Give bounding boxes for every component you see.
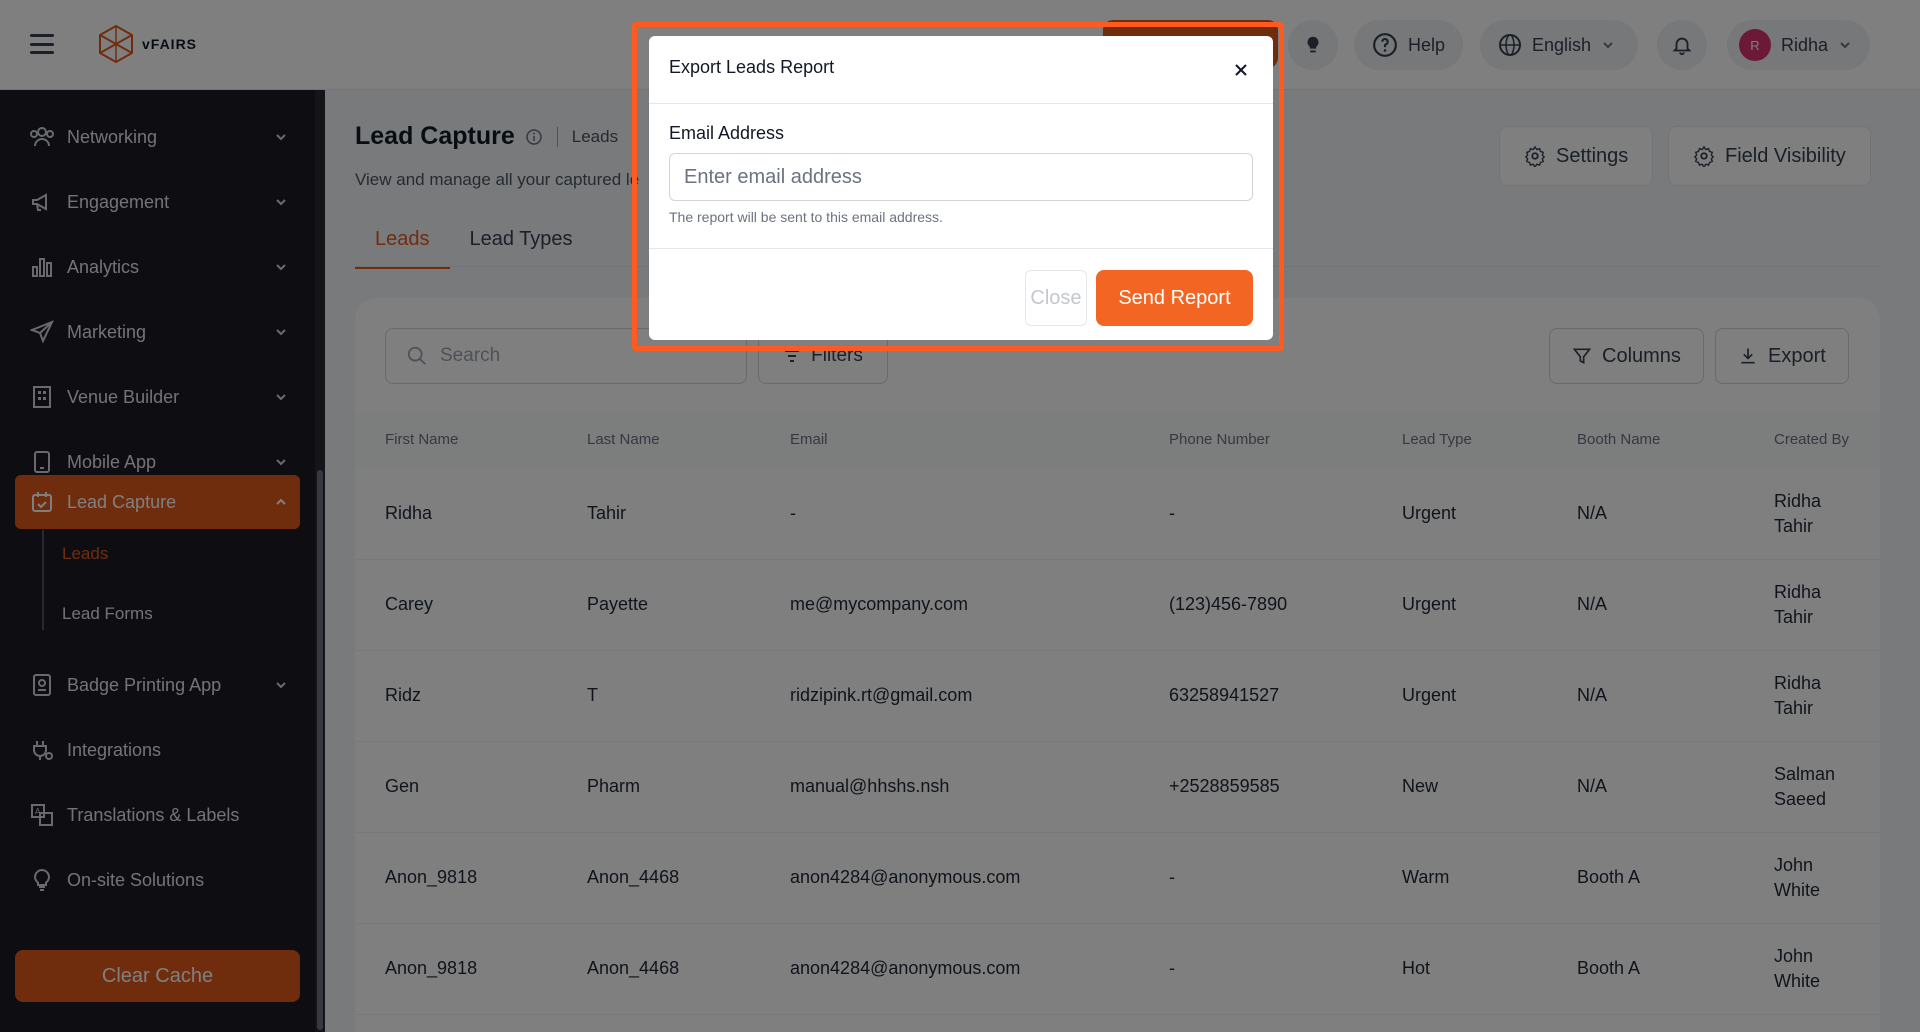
email-help-text: The report will be sent to this email ad… bbox=[669, 209, 943, 225]
modal-header: Export Leads Report bbox=[649, 36, 1273, 104]
close-button[interactable]: Close bbox=[1025, 270, 1087, 326]
close-icon bbox=[1235, 64, 1247, 76]
modal-close-button[interactable] bbox=[1229, 58, 1253, 82]
email-field[interactable] bbox=[669, 153, 1253, 201]
send-report-button[interactable]: Send Report bbox=[1096, 270, 1253, 326]
modal-footer-divider bbox=[649, 248, 1273, 249]
modal-title: Export Leads Report bbox=[669, 57, 835, 77]
email-label: Email Address bbox=[669, 123, 785, 143]
export-leads-modal: Export Leads Report Email Address The re… bbox=[649, 36, 1273, 340]
